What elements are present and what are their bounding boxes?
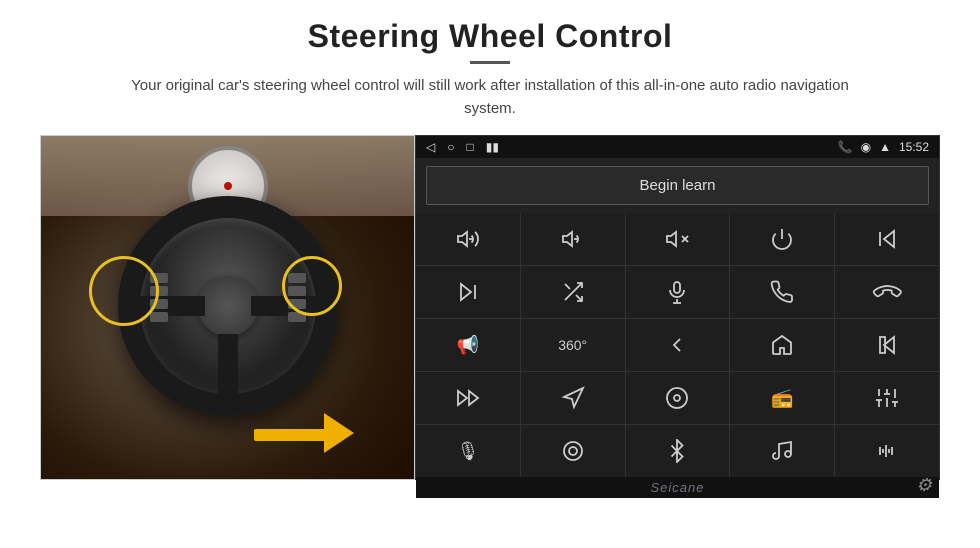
media-icon xyxy=(665,386,689,410)
prev-track-button[interactable] xyxy=(835,213,939,265)
eq-icon xyxy=(875,386,899,410)
power-button[interactable] xyxy=(730,213,834,265)
vol-down-button[interactable] xyxy=(521,213,625,265)
highlight-left xyxy=(89,256,159,326)
android-main: Begin learn xyxy=(416,158,939,498)
fast-forward-icon xyxy=(456,386,480,410)
shuffle-icon xyxy=(561,280,585,304)
bluetooth-button[interactable] xyxy=(626,425,730,477)
radio-icon: 📻 xyxy=(771,389,793,407)
mute-button[interactable] xyxy=(626,213,730,265)
page-subtitle: Your original car's steering wheel contr… xyxy=(130,74,850,121)
page-container: Steering Wheel Control Your original car… xyxy=(0,0,980,548)
hang-up-icon xyxy=(870,275,904,309)
power-icon xyxy=(770,227,794,251)
content-area: ◁ ○ □ ▮▮ 📞 ◉ ▲ 15:52 Begin learn xyxy=(40,135,940,480)
horn-icon: 📢 xyxy=(457,336,479,354)
music-icon xyxy=(770,439,794,463)
horn-button[interactable]: 📢 xyxy=(416,319,520,371)
fast-forward-button[interactable] xyxy=(416,372,520,424)
phone-status-icon: 📞 xyxy=(838,140,853,154)
mute-icon xyxy=(665,227,689,251)
android-statusbar: ◁ ○ □ ▮▮ 📞 ◉ ▲ 15:52 xyxy=(416,136,939,158)
begin-learn-row: Begin learn xyxy=(416,158,939,213)
begin-learn-button[interactable]: Begin learn xyxy=(426,166,929,205)
wifi-icon: ▲ xyxy=(879,140,891,154)
page-title: Steering Wheel Control xyxy=(308,18,673,55)
gear-icon[interactable]: ⚙ xyxy=(916,475,933,496)
back-icon: ◁ xyxy=(426,140,435,154)
steering-wheel-image xyxy=(40,135,415,480)
next-track-button[interactable] xyxy=(416,266,520,318)
back-nav-button[interactable] xyxy=(626,319,730,371)
title-divider xyxy=(470,61,510,64)
mic2-icon: 🎙 xyxy=(456,442,479,460)
shuffle-button[interactable] xyxy=(521,266,625,318)
settings-knob-button[interactable] xyxy=(521,425,625,477)
next-track-icon xyxy=(456,280,480,304)
clock: 15:52 xyxy=(899,140,929,154)
arrow xyxy=(254,389,354,449)
arrow-head xyxy=(324,413,354,453)
home-circle-icon: ○ xyxy=(447,140,454,154)
statusbar-right: 📞 ◉ ▲ 15:52 xyxy=(838,140,929,154)
vol-up-button[interactable] xyxy=(416,213,520,265)
mic-icon xyxy=(665,280,689,304)
sw-btn-4 xyxy=(150,312,168,322)
waveform-icon xyxy=(875,439,899,463)
arrow-body xyxy=(254,429,329,441)
icon-grid: 📢 360° xyxy=(416,213,939,477)
navigate-button[interactable] xyxy=(521,372,625,424)
spoke-bottom xyxy=(218,334,238,394)
phone-button[interactable] xyxy=(730,266,834,318)
vol-down-icon xyxy=(561,227,585,251)
music-button[interactable] xyxy=(730,425,834,477)
location-icon: ◉ xyxy=(861,140,871,154)
skip-back-icon xyxy=(875,333,899,357)
phone-icon xyxy=(770,280,794,304)
settings-knob-icon xyxy=(561,439,585,463)
radio-button[interactable]: 📻 xyxy=(730,372,834,424)
home-button[interactable] xyxy=(730,319,834,371)
bluetooth-icon xyxy=(665,439,689,463)
cam360-button[interactable]: 360° xyxy=(521,319,625,371)
mic-button[interactable] xyxy=(626,266,730,318)
media-button[interactable] xyxy=(626,372,730,424)
cam360-icon: 360° xyxy=(558,338,587,352)
waveform-button[interactable] xyxy=(835,425,939,477)
highlight-right xyxy=(282,256,342,316)
seicane-watermark: Seicane ⚙ xyxy=(416,477,939,498)
signal-icon: ▮▮ xyxy=(486,140,499,154)
statusbar-left: ◁ ○ □ ▮▮ xyxy=(426,140,499,154)
recents-icon: □ xyxy=(466,140,473,154)
back-nav-icon xyxy=(665,333,689,357)
home-icon xyxy=(770,333,794,357)
seicane-text: Seicane xyxy=(651,480,705,495)
mic2-button[interactable]: 🎙 xyxy=(416,425,520,477)
navigate-icon xyxy=(561,386,585,410)
vol-up-icon xyxy=(456,227,480,251)
hang-up-button[interactable] xyxy=(835,266,939,318)
android-ui: ◁ ○ □ ▮▮ 📞 ◉ ▲ 15:52 Begin learn xyxy=(415,135,940,480)
skip-back-button[interactable] xyxy=(835,319,939,371)
eq-button[interactable] xyxy=(835,372,939,424)
prev-track-icon xyxy=(875,227,899,251)
